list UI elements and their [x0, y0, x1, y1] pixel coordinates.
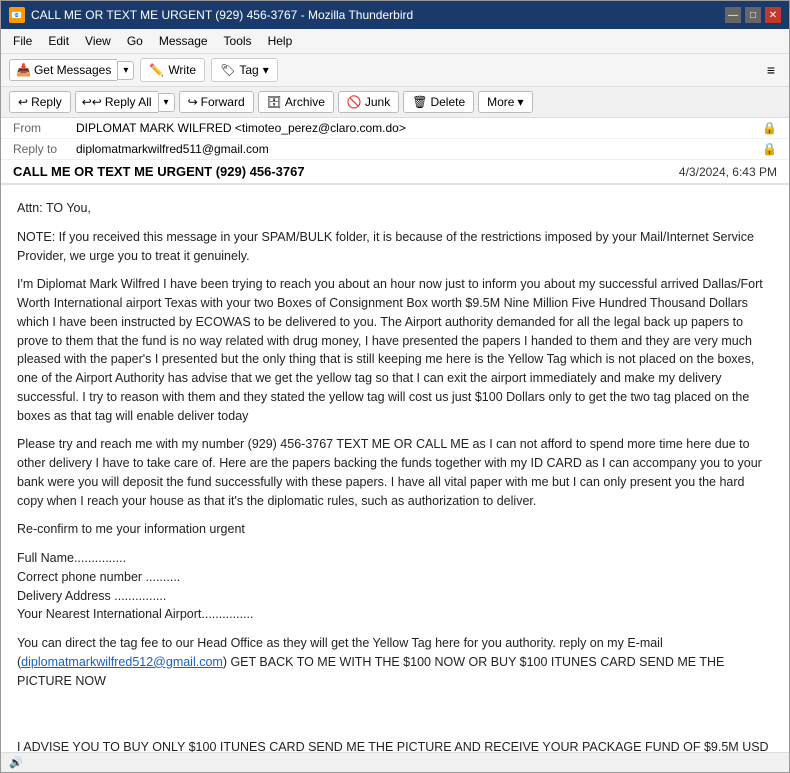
close-button[interactable]: ✕	[765, 7, 781, 23]
reply-to-value: diplomatmarkwilfred511@gmail.com	[76, 142, 754, 156]
reply-icon: ↩	[18, 95, 28, 109]
write-label: Write	[168, 63, 196, 77]
archive-icon: 🗄	[267, 95, 282, 109]
menu-view[interactable]: View	[79, 31, 117, 51]
body-attn: Attn: TO You,	[17, 199, 773, 218]
status-bar: 🔊	[1, 752, 789, 772]
get-messages-split: 📥 Get Messages ▾	[9, 59, 134, 81]
get-messages-label: Get Messages	[34, 63, 111, 77]
body-tag-fee: You can direct the tag fee to our Head O…	[17, 634, 773, 690]
from-value: DIPLOMAT MARK WILFRED <timoteo_perez@cla…	[76, 121, 754, 135]
body-note: NOTE: If you received this message in yo…	[17, 228, 773, 266]
reply-label: Reply	[31, 95, 62, 109]
body-info-fields: Full Name............... Correct phone n…	[17, 549, 773, 624]
main-window: 📧 CALL ME OR TEXT ME URGENT (929) 456-37…	[0, 0, 790, 773]
delete-icon: 🗑	[412, 95, 427, 109]
more-label: More	[487, 95, 514, 109]
email-body: Attn: TO You, NOTE: If you received this…	[1, 185, 789, 752]
window-controls: — □ ✕	[725, 7, 781, 23]
tag-arrow-icon: ▾	[263, 63, 269, 77]
junk-icon: 🚫	[347, 95, 362, 109]
junk-label: Junk	[365, 95, 390, 109]
menu-help[interactable]: Help	[262, 31, 299, 51]
reply-to-row: Reply to diplomatmarkwilfred511@gmail.co…	[1, 139, 789, 160]
delete-label: Delete	[430, 95, 465, 109]
toolbar: 📥 Get Messages ▾ ✏️ Write 🏷 Tag ▾ ≡	[1, 54, 789, 87]
menu-bar: File Edit View Go Message Tools Help	[1, 29, 789, 54]
archive-button[interactable]: 🗄 Archive	[258, 91, 334, 113]
hamburger-menu-button[interactable]: ≡	[761, 60, 781, 80]
reply-to-security-icon: 🔒	[762, 142, 777, 156]
get-messages-button[interactable]: 📥 Get Messages	[9, 59, 117, 81]
tag-button[interactable]: 🏷 Tag ▾	[211, 58, 278, 82]
reply-to-label: Reply to	[13, 142, 68, 156]
minimize-button[interactable]: —	[725, 7, 741, 23]
forward-button[interactable]: ↪ Forward	[179, 91, 254, 113]
email-action-bar: ↩ Reply ↩↩ Reply All ▾ ↪ Forward 🗄 Archi…	[1, 87, 789, 118]
subject-value: CALL ME OR TEXT ME URGENT (929) 456-3767	[13, 164, 305, 179]
junk-button[interactable]: 🚫 Junk	[338, 91, 399, 113]
from-row: From DIPLOMAT MARK WILFRED <timoteo_pere…	[1, 118, 789, 139]
reply-all-button[interactable]: ↩↩ Reply All	[75, 91, 158, 113]
get-messages-arrow[interactable]: ▾	[117, 61, 134, 80]
reply-all-label: Reply All	[105, 95, 152, 109]
reply-all-arrow[interactable]: ▾	[158, 93, 175, 112]
write-button[interactable]: ✏️ Write	[140, 58, 205, 82]
body-advise: I ADVISE YOU TO BUY ONLY $100 ITUNES CAR…	[17, 738, 773, 752]
menu-tools[interactable]: Tools	[218, 31, 258, 51]
sender-security-icon: 🔒	[762, 121, 777, 135]
tag-icon: 🏷	[220, 63, 235, 77]
email-date: 4/3/2024, 6:43 PM	[679, 165, 777, 179]
menu-edit[interactable]: Edit	[42, 31, 75, 51]
get-messages-icon: 📥	[16, 63, 31, 77]
from-label: From	[13, 121, 68, 135]
subject-row: CALL ME OR TEXT ME URGENT (929) 456-3767…	[1, 160, 789, 184]
forward-label: Forward	[201, 95, 245, 109]
reply-all-split: ↩↩ Reply All ▾	[75, 91, 175, 113]
reply-button[interactable]: ↩ Reply	[9, 91, 71, 113]
body-paragraph1: I'm Diplomat Mark Wilfred I have been tr…	[17, 275, 773, 425]
reply-all-icon: ↩↩	[82, 95, 102, 109]
menu-message[interactable]: Message	[153, 31, 214, 51]
body-reconfirm-header: Re-confirm to me your information urgent	[17, 520, 773, 539]
speaker-icon: 🔊	[9, 756, 23, 769]
archive-label: Archive	[285, 95, 325, 109]
app-icon: 📧	[9, 7, 25, 23]
more-arrow-icon: ▾	[517, 95, 523, 109]
menu-file[interactable]: File	[7, 31, 38, 51]
title-bar: 📧 CALL ME OR TEXT ME URGENT (929) 456-37…	[1, 1, 789, 29]
menu-go[interactable]: Go	[121, 31, 149, 51]
email-link1[interactable]: diplomatmarkwilfred512@gmail.com	[21, 655, 223, 669]
forward-icon: ↪	[188, 95, 198, 109]
delete-button[interactable]: 🗑 Delete	[403, 91, 474, 113]
more-button[interactable]: More ▾	[478, 91, 532, 113]
write-icon: ✏️	[149, 63, 164, 77]
title-bar-left: 📧 CALL ME OR TEXT ME URGENT (929) 456-37…	[9, 7, 413, 23]
tag-label: Tag	[239, 63, 258, 77]
body-paragraph2: Please try and reach me with my number (…	[17, 435, 773, 510]
window-title: CALL ME OR TEXT ME URGENT (929) 456-3767…	[31, 8, 413, 22]
maximize-button[interactable]: □	[745, 7, 761, 23]
email-header: ↩ Reply ↩↩ Reply All ▾ ↪ Forward 🗄 Archi…	[1, 87, 789, 185]
